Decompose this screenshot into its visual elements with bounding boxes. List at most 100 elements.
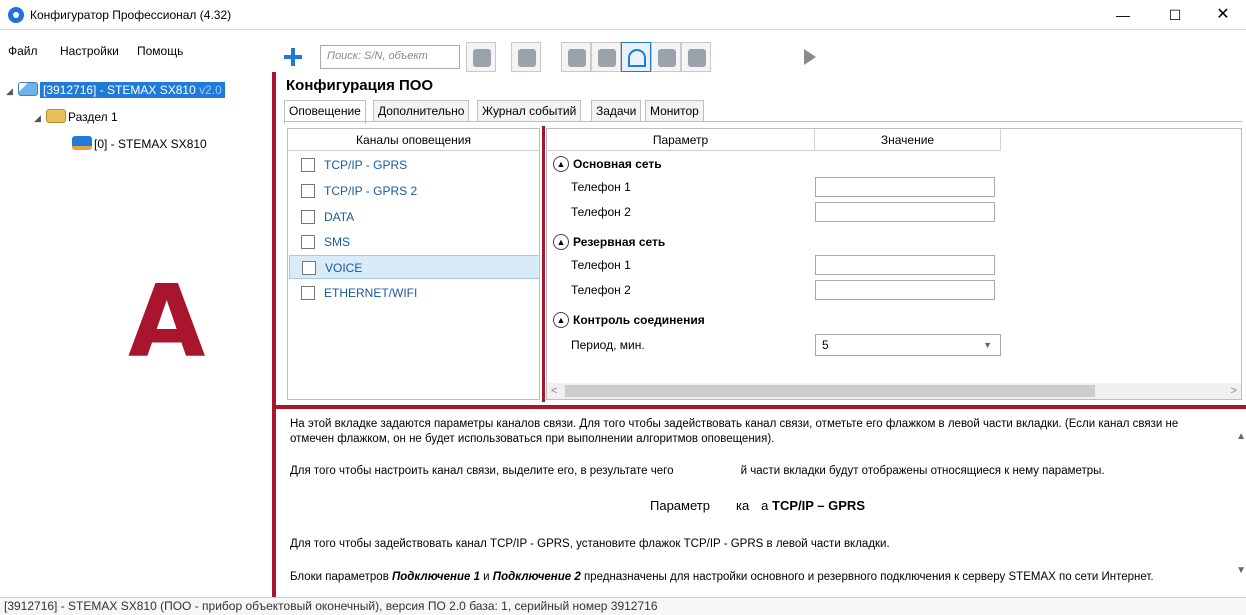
description-paragraph-2: Для того чтобы настроить канал связи, вы… [290, 465, 1105, 477]
chevron-up-icon[interactable]: ▲ [553, 234, 569, 250]
scroll-right-icon[interactable]: > [1231, 383, 1237, 399]
tree-sensor-label: [0] - STEMAX SX810 [94, 137, 207, 151]
sensor-icon [72, 136, 92, 150]
close-button[interactable]: ✕ [1200, 0, 1246, 30]
scrollbar-thumb[interactable] [565, 385, 1095, 397]
tree-device-label: [3912716] - STEMAX SX810 v2.0 [40, 82, 225, 98]
param-phone1-main: Телефон 1 [571, 180, 631, 194]
channel-checkbox[interactable] [301, 184, 315, 198]
usb-glyph-icon [598, 49, 616, 67]
menu-file[interactable]: Файл [8, 44, 38, 58]
channel-item-ethernet-wifi[interactable]: ETHERNET/WIFI [289, 281, 540, 305]
channel-label: VOICE [325, 261, 363, 275]
channel-checkbox[interactable] [301, 286, 315, 300]
add-icon[interactable] [278, 42, 308, 72]
channels-header: Каналы оповещения [288, 129, 539, 151]
value-column-header: Значение [815, 129, 1001, 151]
scroll-up-icon[interactable]: ▲ [1236, 431, 1246, 442]
channel-checkbox[interactable] [301, 210, 315, 224]
wifi-glyph-icon [628, 49, 646, 67]
wifi-icon[interactable] [621, 42, 651, 72]
tab-additional[interactable]: Дополнительно [373, 100, 470, 122]
annotation-divider-horizontal [274, 405, 1246, 409]
globe-glyph-icon [658, 49, 676, 67]
description-panel: На этой вкладке задаются параметры канал… [278, 411, 1246, 595]
chevron-down-icon: ▼ [983, 340, 992, 350]
lock-icon[interactable] [561, 42, 591, 72]
play-icon[interactable] [794, 42, 824, 72]
search-input[interactable]: Поиск: S/N, объект [320, 45, 460, 69]
group-backup-network[interactable]: ▲ Резервная сеть [553, 232, 665, 252]
channel-checkbox[interactable] [301, 235, 315, 249]
channel-item-tcp-gprs-2[interactable]: TCP/IP - GPRS 2 [289, 179, 540, 203]
minimize-button[interactable]: — [1100, 0, 1146, 30]
lock-glyph-icon [568, 49, 586, 67]
usb-icon[interactable] [591, 42, 621, 72]
network-icon[interactable] [511, 42, 541, 72]
window-title: Конфигуратор Профессионал (4.32) [30, 8, 232, 22]
phone1-backup-input[interactable] [815, 255, 995, 275]
annotation-divider-inner [542, 126, 545, 402]
tree-partition-label: Раздел 1 [68, 110, 118, 124]
config-title: Конфигурация ПОО [286, 77, 434, 94]
param-phone2-backup: Телефон 2 [571, 283, 631, 297]
channels-list: Каналы оповещения TCP/IP - GPRS TCP/IP -… [287, 128, 540, 400]
maximize-button[interactable]: ☐ [1152, 0, 1198, 30]
network-glyph-icon [518, 49, 536, 67]
annotation-letter-a: А [128, 263, 206, 380]
channel-label: ETHERNET/WIFI [324, 286, 418, 300]
period-value: 5 [822, 338, 829, 352]
menu-settings[interactable]: Настройки [60, 44, 119, 58]
tab-monitor[interactable]: Монитор [645, 100, 704, 122]
channel-label: DATA [324, 210, 355, 224]
globe-icon[interactable] [651, 42, 681, 72]
tab-event-log[interactable]: Журнал событий [477, 100, 582, 122]
param-column-header: Параметр [547, 129, 815, 151]
channel-label: TCP/IP - GPRS 2 [324, 184, 418, 198]
horizontal-scrollbar[interactable]: < > [547, 383, 1241, 399]
parameters-grid: Параметр Значение ▲ Основная сеть Телефон… [546, 128, 1242, 400]
chevron-up-icon[interactable]: ▲ [553, 312, 569, 328]
collapse-arrow-icon[interactable]: ◢ [34, 108, 46, 128]
menu-help[interactable]: Помощь [137, 44, 183, 58]
tabs-underline [284, 121, 1242, 122]
app-icon [8, 7, 24, 23]
key-icon[interactable] [466, 42, 496, 72]
collapse-arrow-icon[interactable]: ◢ [6, 81, 18, 101]
phone2-backup-input[interactable] [815, 280, 995, 300]
param-phone1-backup: Телефон 1 [571, 258, 631, 272]
description-paragraph-4: Блоки параметров Подключение 1 и Подключ… [290, 571, 1154, 583]
channel-item-sms[interactable]: SMS [289, 230, 540, 254]
channel-item-voice[interactable]: VOICE [289, 255, 540, 279]
phone2-main-input[interactable] [815, 202, 995, 222]
channel-checkbox[interactable] [301, 158, 315, 172]
tree-item-partition[interactable]: ◢ Раздел 1 [34, 107, 118, 127]
tree-item-device[interactable]: ◢ [3912716] - STEMAX SX810 v2.0 [6, 80, 225, 100]
group-connection-control[interactable]: ▲ Контроль соединения [553, 310, 705, 330]
device-icon [18, 82, 38, 96]
param-phone2-main: Телефон 2 [571, 205, 631, 219]
scroll-left-icon[interactable]: < [551, 383, 557, 399]
tree-item-sensor[interactable]: [0] - STEMAX SX810 [72, 134, 207, 154]
device-icon[interactable] [681, 42, 711, 72]
description-paragraph-1: На этой вкладке задаются параметры канал… [290, 418, 1179, 445]
description-heading: Параметр ка а TCP/IP – GPRS [650, 498, 865, 513]
status-bar: [3912716] - STEMAX SX810 (ПОО - прибор о… [0, 597, 1246, 615]
group-main-network[interactable]: ▲ Основная сеть [553, 154, 662, 174]
period-select[interactable]: 5 ▼ [815, 334, 1001, 356]
phone1-main-input[interactable] [815, 177, 995, 197]
channel-label: SMS [324, 235, 351, 249]
vertical-scrollbar[interactable]: ▲ ▼ [1236, 411, 1246, 595]
key-glyph-icon [473, 49, 491, 67]
annotation-divider-vertical [272, 72, 276, 597]
device-glyph-icon [688, 49, 706, 67]
partition-icon [46, 109, 66, 123]
tab-tasks[interactable]: Задачи [591, 100, 642, 122]
description-paragraph-3: Для того чтобы задействовать канал TCP/I… [290, 538, 890, 550]
scroll-down-icon[interactable]: ▼ [1236, 565, 1246, 576]
channel-checkbox[interactable] [302, 261, 316, 275]
chevron-up-icon[interactable]: ▲ [553, 156, 569, 172]
channel-item-data[interactable]: DATA [289, 205, 540, 229]
channel-item-tcp-gprs[interactable]: TCP/IP - GPRS [289, 153, 540, 177]
channel-label: TCP/IP - GPRS [324, 158, 408, 172]
